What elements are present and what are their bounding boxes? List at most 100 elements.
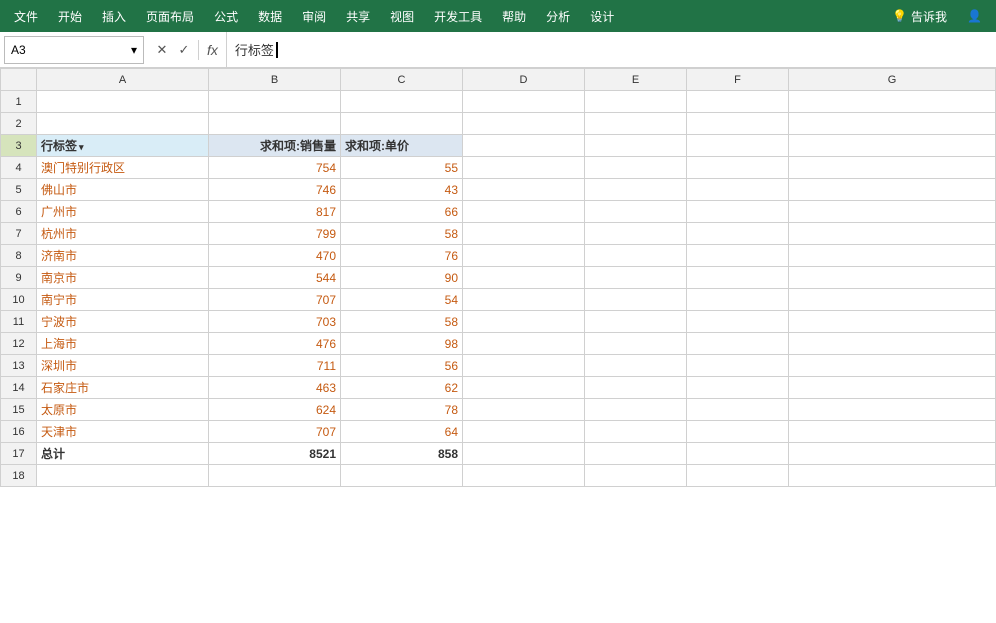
menu-devtools[interactable]: 开发工具	[424, 4, 492, 29]
row-num-6[interactable]: 6	[1, 201, 37, 223]
cell-G10[interactable]	[789, 289, 996, 311]
cell-A4[interactable]: 澳门特别行政区	[37, 157, 209, 179]
cell-E7[interactable]	[585, 223, 687, 245]
cell-D4[interactable]	[463, 157, 585, 179]
cell-E16[interactable]	[585, 421, 687, 443]
menu-data[interactable]: 数据	[248, 4, 292, 29]
cell-D17[interactable]	[463, 443, 585, 465]
row-num-15[interactable]: 15	[1, 399, 37, 421]
cell-A2[interactable]	[37, 113, 209, 135]
cell-D9[interactable]	[463, 267, 585, 289]
menu-design[interactable]: 设计	[580, 4, 624, 29]
cell-E2[interactable]	[585, 113, 687, 135]
cell-A3[interactable]: 行标签▾	[37, 135, 209, 157]
cell-G7[interactable]	[789, 223, 996, 245]
cell-C5[interactable]: 43	[341, 179, 463, 201]
cell-C18[interactable]	[341, 465, 463, 487]
cell-D7[interactable]	[463, 223, 585, 245]
cell-E12[interactable]	[585, 333, 687, 355]
col-header-C[interactable]: C	[341, 69, 463, 91]
cell-D15[interactable]	[463, 399, 585, 421]
cell-B3[interactable]: 求和项:销售量	[209, 135, 341, 157]
row-num-10[interactable]: 10	[1, 289, 37, 311]
cell-F14[interactable]	[687, 377, 789, 399]
cell-E13[interactable]	[585, 355, 687, 377]
cell-C17[interactable]: 858	[341, 443, 463, 465]
cell-C16[interactable]: 64	[341, 421, 463, 443]
cell-E4[interactable]	[585, 157, 687, 179]
cell-E5[interactable]	[585, 179, 687, 201]
cell-D18[interactable]	[463, 465, 585, 487]
cell-F2[interactable]	[687, 113, 789, 135]
cell-B5[interactable]: 746	[209, 179, 341, 201]
cell-A14[interactable]: 石家庄市	[37, 377, 209, 399]
cell-G13[interactable]	[789, 355, 996, 377]
name-box[interactable]: A3 ▾	[4, 36, 144, 64]
cell-B12[interactable]: 476	[209, 333, 341, 355]
cell-C11[interactable]: 58	[341, 311, 463, 333]
cell-A7[interactable]: 杭州市	[37, 223, 209, 245]
cell-E10[interactable]	[585, 289, 687, 311]
confirm-button[interactable]: ✓	[174, 40, 194, 60]
cell-B4[interactable]: 754	[209, 157, 341, 179]
row-num-17[interactable]: 17	[1, 443, 37, 465]
col-header-D[interactable]: D	[463, 69, 585, 91]
cell-B18[interactable]	[209, 465, 341, 487]
cell-D2[interactable]	[463, 113, 585, 135]
cell-F8[interactable]	[687, 245, 789, 267]
cell-C9[interactable]: 90	[341, 267, 463, 289]
menu-help[interactable]: 帮助	[492, 4, 536, 29]
row-num-16[interactable]: 16	[1, 421, 37, 443]
cell-C6[interactable]: 66	[341, 201, 463, 223]
cell-A1[interactable]	[37, 91, 209, 113]
cell-F9[interactable]	[687, 267, 789, 289]
tell-me-button[interactable]: 💡 告诉我	[882, 4, 957, 29]
menu-pagelayout[interactable]: 页面布局	[136, 4, 204, 29]
cell-E8[interactable]	[585, 245, 687, 267]
cell-F18[interactable]	[687, 465, 789, 487]
cell-G2[interactable]	[789, 113, 996, 135]
cell-E17[interactable]	[585, 443, 687, 465]
cell-B6[interactable]: 817	[209, 201, 341, 223]
cell-A18[interactable]	[37, 465, 209, 487]
cell-F10[interactable]	[687, 289, 789, 311]
cell-G1[interactable]	[789, 91, 996, 113]
col-header-F[interactable]: F	[687, 69, 789, 91]
cell-G6[interactable]	[789, 201, 996, 223]
cell-C4[interactable]: 55	[341, 157, 463, 179]
cell-B16[interactable]: 707	[209, 421, 341, 443]
cell-D16[interactable]	[463, 421, 585, 443]
cell-C14[interactable]: 62	[341, 377, 463, 399]
cell-B13[interactable]: 711	[209, 355, 341, 377]
row-num-7[interactable]: 7	[1, 223, 37, 245]
cell-B15[interactable]: 624	[209, 399, 341, 421]
cell-C8[interactable]: 76	[341, 245, 463, 267]
col-header-G[interactable]: G	[789, 69, 996, 91]
formula-input[interactable]: 行标签	[227, 40, 996, 59]
row-num-8[interactable]: 8	[1, 245, 37, 267]
menu-share[interactable]: 共享	[336, 4, 380, 29]
cell-A6[interactable]: 广州市	[37, 201, 209, 223]
cell-A5[interactable]: 佛山市	[37, 179, 209, 201]
user-button[interactable]: 👤	[957, 5, 992, 27]
cell-D5[interactable]	[463, 179, 585, 201]
cell-G11[interactable]	[789, 311, 996, 333]
cell-F5[interactable]	[687, 179, 789, 201]
cell-D11[interactable]	[463, 311, 585, 333]
col-header-E[interactable]: E	[585, 69, 687, 91]
cell-A16[interactable]: 天津市	[37, 421, 209, 443]
row-num-13[interactable]: 13	[1, 355, 37, 377]
cell-F13[interactable]	[687, 355, 789, 377]
row-num-12[interactable]: 12	[1, 333, 37, 355]
cell-F17[interactable]	[687, 443, 789, 465]
row-num-5[interactable]: 5	[1, 179, 37, 201]
cell-B8[interactable]: 470	[209, 245, 341, 267]
row-num-3[interactable]: 3	[1, 135, 37, 157]
cell-B17[interactable]: 8521	[209, 443, 341, 465]
cell-G16[interactable]	[789, 421, 996, 443]
sheet-scroll[interactable]: A B C D E F G 1	[0, 68, 996, 623]
cell-D12[interactable]	[463, 333, 585, 355]
cell-B7[interactable]: 799	[209, 223, 341, 245]
cell-F11[interactable]	[687, 311, 789, 333]
cell-A17[interactable]: 总计	[37, 443, 209, 465]
